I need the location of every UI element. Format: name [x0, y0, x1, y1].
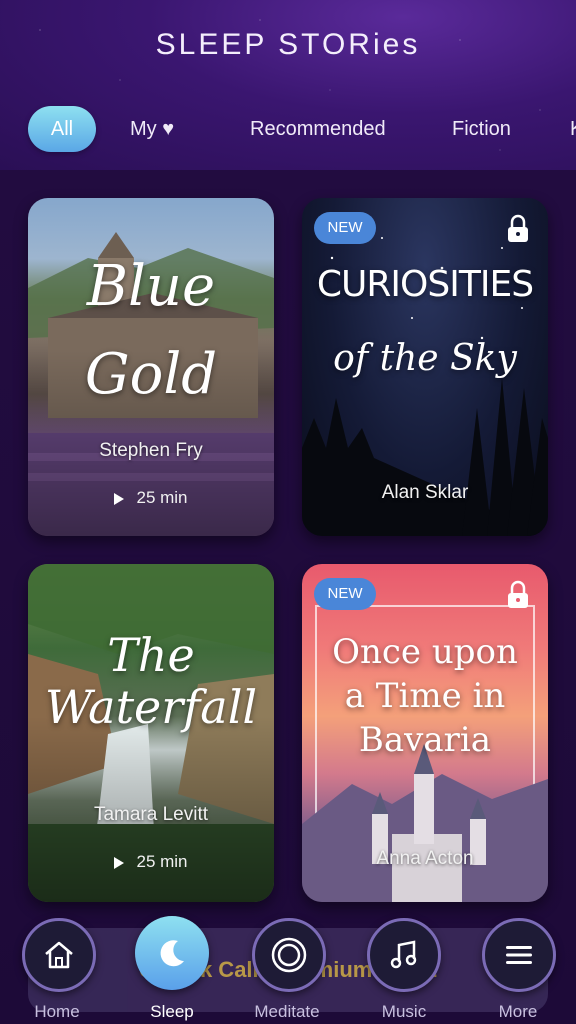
story-title-line1: The — [107, 628, 195, 682]
story-author: Stephen Fry — [99, 440, 203, 461]
story-card-blue-gold[interactable]: Blue Gold Stephen Fry 25 min — [28, 198, 274, 536]
meditate-icon — [271, 937, 307, 973]
nav-more-label: More — [498, 1002, 538, 1021]
story-title-line2: Gold — [84, 342, 218, 407]
music-icon — [390, 940, 417, 969]
story-card-the-waterfall[interactable]: The Waterfall Tamara Levitt 25 min — [28, 564, 274, 902]
page-title: SLEEP STORies — [155, 28, 421, 61]
menu-icon — [506, 946, 532, 964]
nav-meditate-button[interactable] — [252, 918, 326, 992]
story-duration: 25 min — [28, 488, 274, 508]
story-duration: 25 min — [28, 852, 274, 872]
story-title-line1: CURIOSITIES — [316, 264, 534, 305]
story-author: Alan Sklar — [381, 482, 469, 503]
nav-more-button[interactable] — [482, 918, 556, 992]
story-card-bavaria[interactable]: NEW Once upon a Time in Bavaria Anna Act… — [302, 564, 548, 902]
new-badge: NEW — [314, 212, 376, 244]
story-title-line1: Once upon — [332, 632, 518, 672]
lock-icon — [508, 580, 528, 608]
play-icon — [114, 856, 125, 869]
header: SLEEP STORies All My ♥ Recommended Ficti… — [0, 0, 576, 170]
nav-music-label: Music — [381, 1002, 427, 1021]
category-tabs: All My ♥ Recommended Fiction K — [0, 106, 576, 158]
tab-all[interactable]: All — [28, 106, 96, 152]
nav-meditate-label: Meditate — [254, 1002, 320, 1021]
tab-my-favorites[interactable]: My ♥ — [130, 106, 174, 152]
nav-sleep-button[interactable] — [135, 916, 209, 990]
story-title-line2: of the Sky — [333, 338, 517, 379]
nav-home-label: Home — [34, 1002, 80, 1021]
story-title-line2: a Time in — [344, 676, 506, 716]
nav-sleep-label: Sleep — [150, 1002, 194, 1021]
story-title-line1: Blue — [86, 254, 216, 319]
moon-icon — [160, 940, 184, 967]
play-icon — [114, 492, 125, 505]
story-title-line2: Waterfall — [44, 680, 258, 734]
new-badge: NEW — [314, 578, 376, 610]
bottom-nav: Unlock Calm Premium FREE Home Sleep — [0, 904, 576, 1024]
stories-grid: Blue Gold Stephen Fry 25 min NEW CURIOSI… — [0, 170, 576, 1024]
story-author: Tamara Levitt — [93, 804, 209, 825]
story-title-line3: Bavaria — [358, 720, 492, 760]
tab-fiction[interactable]: Fiction — [452, 106, 511, 152]
tab-recommended[interactable]: Recommended — [250, 106, 386, 152]
story-card-curiosities[interactable]: NEW CURIOSITIES of the Sky Alan Sklar — [302, 198, 548, 536]
story-author: Anna Acton — [376, 848, 474, 869]
nav-music-button[interactable] — [367, 918, 441, 992]
home-icon — [45, 941, 73, 969]
tab-next-partial[interactable]: K — [570, 106, 576, 152]
nav-home-button[interactable] — [22, 918, 96, 992]
lock-icon — [508, 214, 528, 242]
